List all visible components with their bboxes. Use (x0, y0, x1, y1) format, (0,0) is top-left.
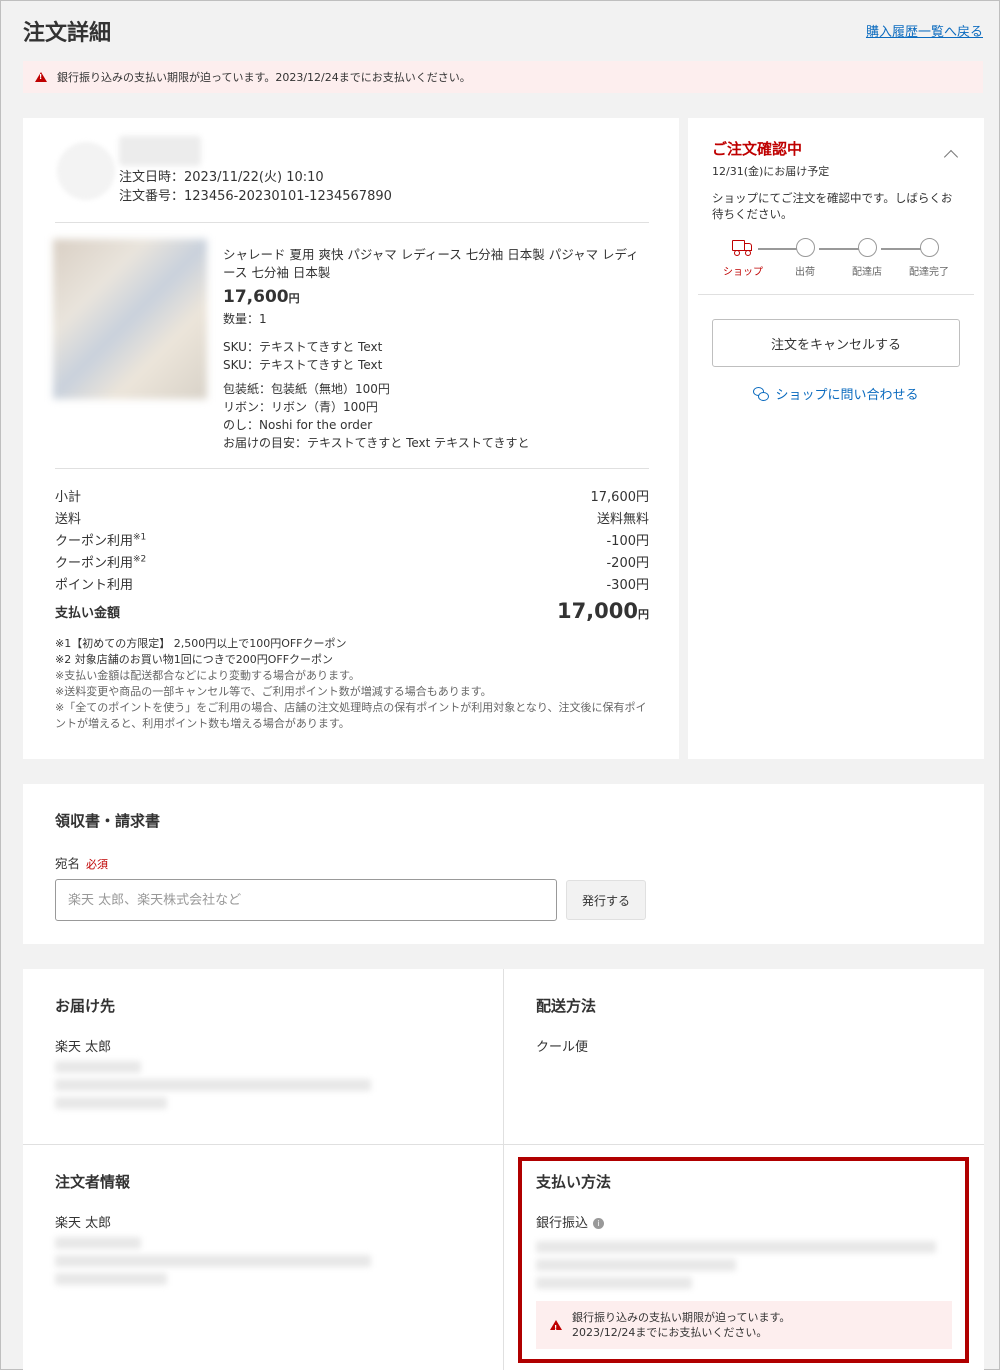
step-shipped: 出荷 (775, 238, 835, 278)
order-card: 注文日時：2023/11/22(火) 10:10 注文番号：123456-202… (23, 118, 679, 759)
redacted-text (55, 1079, 371, 1091)
order-number: 注文番号：123456-20230101-1234567890 (119, 189, 392, 204)
recipient-name: 楽天 太郎 (55, 1040, 112, 1055)
section-title: 注文者情報 (55, 1173, 131, 1191)
addressee-input[interactable] (55, 879, 557, 921)
chevron-up-icon[interactable] (943, 149, 959, 165)
cancel-order-button[interactable]: 注文をキャンセルする (712, 319, 960, 367)
product-sku: SKU：テキストてきすと Text (223, 340, 383, 354)
step-delivered: 配達完了 (899, 238, 959, 278)
divider (55, 222, 649, 223)
payment-highlight-frame (518, 1157, 969, 1363)
divider (503, 969, 504, 1370)
delivery-estimate: お届けの目安：テキストてきすと Text テキストてきすと (223, 436, 530, 450)
redacted-text (55, 1061, 141, 1073)
order-info-grid: お届け先 楽天 太郎 配送方法 クール便 注文者情報 楽天 太郎 支払い方法 銀… (23, 969, 984, 1370)
coupon-row: クーポン利用※1 -100円 (55, 532, 649, 549)
shop-name-blurred (119, 136, 201, 166)
divider (55, 468, 649, 469)
delivery-method-value: クール便 (536, 1040, 589, 1055)
required-badge: 必須 (86, 858, 109, 871)
step-delivery-station: 配達店 (837, 238, 897, 278)
product-sku: SKU：テキストてきすと Text (223, 358, 383, 372)
section-title: お届け先 (55, 997, 116, 1015)
order-meta: 注文日時：2023/11/22(火) 10:10 注文番号：123456-202… (119, 168, 392, 206)
divider (23, 1144, 984, 1145)
points-row: ポイント利用 -300円 (55, 577, 649, 593)
section-title: 配送方法 (536, 997, 597, 1015)
ribbon-option: リボン：リボン（青）100円 (223, 400, 378, 414)
delivery-method-section: 配送方法 クール便 (536, 995, 956, 1055)
shop-avatar (57, 142, 115, 200)
divider (698, 294, 974, 295)
shipping-address-section: お届け先 楽天 太郎 (55, 995, 475, 1109)
wrapping-option: 包装紙：包装紙（無地）100円 (223, 382, 390, 396)
delivery-progress: ショップ 出荷 配達店 配達完了 (718, 238, 958, 282)
chat-icon (753, 386, 770, 401)
product-price: 17,600円 (223, 287, 300, 307)
subtotal-row: 小計 17,600円 (55, 489, 649, 505)
redacted-text (55, 1097, 167, 1109)
status-title: ご注文確認中 (712, 140, 803, 158)
redacted-text (55, 1255, 371, 1267)
orderer-name: 楽天 太郎 (55, 1216, 112, 1231)
shipping-row: 送料 送料無料 (55, 511, 649, 527)
addressee-label: 宛名 必須 (55, 856, 109, 871)
contact-shop-link[interactable]: ショップに問い合わせる (712, 384, 960, 403)
total-row: 支払い金額 17,000円 (55, 599, 649, 623)
issue-button[interactable]: 発行する (566, 880, 646, 920)
step-circle-icon (919, 238, 939, 257)
alert-text: 銀行振り込みの支払い期限が迫っています。2023/12/24までにお支払いくださ… (57, 71, 471, 84)
step-circle-icon (857, 238, 877, 257)
product-image[interactable] (53, 239, 207, 399)
product-info: シャレード 夏用 爽快 パジャマ レディース 七分袖 日本製 パジャマ レディー… (223, 246, 643, 452)
receipt-title: 領収書・請求書 (55, 812, 161, 830)
receipt-card: 領収書・請求書 宛名必須 発行する (23, 784, 984, 944)
coupon-row: クーポン利用※2 -200円 (55, 554, 649, 571)
truck-icon (732, 238, 754, 257)
step-shop: ショップ (713, 238, 773, 278)
redacted-text (55, 1237, 141, 1249)
order-status-card: ご注文確認中 12/31(金)にお届け予定 ショップにてご注文を確認中です。しば… (688, 118, 984, 759)
step-circle-icon (795, 238, 815, 257)
price-breakdown: 小計 17,600円 送料 送料無料 クーポン利用※1 -100円 クーポン利用※2-… (55, 484, 649, 626)
noshi-option: のし：Noshi for the order (223, 418, 373, 432)
orderer-section: 注文者情報 楽天 太郎 (55, 1171, 475, 1285)
product-name[interactable]: シャレード 夏用 爽快 パジャマ レディース 七分袖 日本製 パジャマ レディー… (223, 246, 643, 282)
back-to-history-link[interactable]: 購入履歴一覧へ戻る (866, 21, 983, 40)
page-title: 注文詳細 (23, 21, 112, 46)
delivery-date: 12/31(金)にお届け予定 (712, 165, 830, 178)
redacted-text (55, 1273, 167, 1285)
status-description: ショップにてご注文を確認中です。しばらくお待ちください。 (712, 191, 953, 221)
product-quantity: 数量：1 (223, 312, 267, 326)
warning-icon (35, 72, 47, 82)
order-date: 注文日時：2023/11/22(火) 10:10 (119, 170, 324, 185)
payment-deadline-alert: 銀行振り込みの支払い期限が迫っています。2023/12/24までにお支払いくださ… (23, 61, 983, 93)
price-notes: ※1【初めての方限定】 2,500円以上で100円OFFクーポン ※2 対象店舗… (55, 637, 647, 730)
